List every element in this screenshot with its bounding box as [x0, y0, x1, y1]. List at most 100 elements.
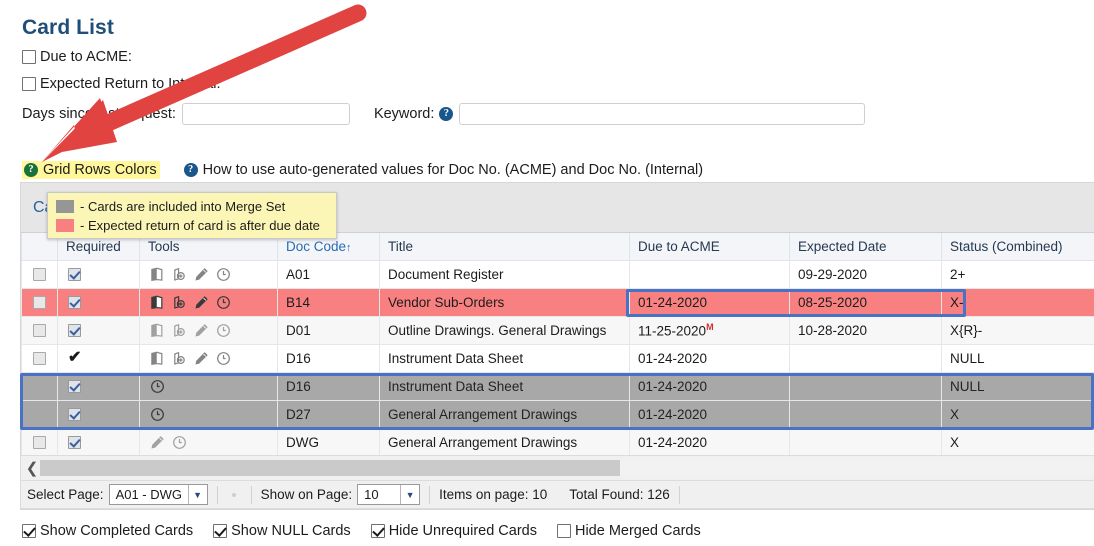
row-tools[interactable]	[150, 323, 269, 338]
row-tools[interactable]	[150, 267, 269, 282]
total-found-text: Total Found: 126	[569, 487, 670, 502]
row-required-cell[interactable]	[57, 371, 140, 401]
row-select-cell[interactable]	[21, 287, 58, 317]
bottom-option-checkbox[interactable]	[556, 524, 571, 538]
row-tools[interactable]	[150, 379, 269, 394]
select-page-value: A01 - DWG	[115, 487, 183, 502]
select-page-label: Select Page:	[27, 487, 104, 502]
row-status-combined: NULL	[941, 371, 1094, 401]
days-since-input[interactable]	[181, 103, 350, 125]
row-tools-cell[interactable]	[139, 427, 278, 457]
row-required-checkbox[interactable]	[68, 408, 81, 422]
table-row[interactable]: DWG General Arrangement Drawings 01-24-202…	[21, 427, 1094, 457]
bottom-option-checkbox[interactable]	[22, 524, 36, 538]
row-required-checkbox[interactable]	[68, 268, 81, 282]
table-row[interactable]: A01 Document Register 09-29-2020 2+	[21, 259, 1094, 289]
row-select-cell[interactable]	[21, 371, 58, 401]
expected-return-checkbox[interactable]	[22, 77, 36, 91]
column-header-status-combined[interactable]: Status (Combined)	[941, 233, 1094, 261]
bottom-option-checkbox[interactable]	[370, 524, 385, 538]
bottom-option-label: Show Completed Cards	[40, 523, 194, 539]
table-row[interactable]: ✔ D16 Instrument Data Sheet 01-24-2020 NULL	[21, 343, 1094, 373]
required-check-icon: ✔	[68, 349, 82, 366]
table-row[interactable]: B14 Vendor Sub-Orders 01-24-2020 08-25-2020…	[21, 287, 1094, 317]
bottom-option-2[interactable]: Hide Unrequired Cards	[370, 523, 537, 539]
row-select-cell[interactable]	[21, 343, 58, 373]
table-row[interactable]: D27 General Arrangement Drawings 01-24-202…	[21, 399, 1094, 429]
due-to-acme-checkbox[interactable]	[22, 50, 36, 64]
bottom-option-label: Hide Unrequired Cards	[388, 523, 537, 539]
row-title: Outline Drawings. General Drawings	[379, 315, 630, 345]
column-header-title[interactable]: Title	[379, 233, 630, 261]
row-select-checkbox[interactable]	[33, 352, 46, 366]
row-required-checkbox[interactable]	[68, 436, 81, 450]
auto-generated-values-link[interactable]: ? How to use auto-generated values for D…	[183, 162, 703, 178]
add-circle-icon	[174, 295, 185, 309]
row-tools-cell[interactable]	[139, 287, 278, 317]
scrollbar-track[interactable]	[40, 460, 1094, 476]
tooltip-line: - Expected return of card is after due d…	[56, 216, 328, 235]
row-doc-code: D01	[277, 315, 380, 345]
row-select-checkbox[interactable]	[33, 436, 46, 450]
keyword-input[interactable]	[459, 103, 866, 125]
bottom-option-checkbox[interactable]	[213, 524, 228, 538]
items-on-page-text: Items on page: 10	[439, 487, 548, 502]
sort-ascending-icon: ↑	[346, 241, 352, 254]
row-required-checkbox[interactable]	[68, 324, 81, 338]
row-due-to-acme: 01-24-2020	[629, 399, 790, 429]
column-header-due-to-acme[interactable]: Due to ACME	[629, 233, 790, 261]
row-select-cell[interactable]	[21, 427, 58, 457]
help-links-row: ? Grid Rows Colors ? How to use auto-gen…	[22, 161, 703, 179]
keyword-help-icon[interactable]: ?	[439, 107, 454, 121]
add-circle-icon	[174, 351, 185, 365]
table-row[interactable]: D16 Instrument Data Sheet 01-24-2020 NULL	[21, 371, 1094, 401]
row-select-checkbox[interactable]	[33, 268, 46, 282]
show-on-page-dropdown[interactable]: 10 ▼	[357, 484, 421, 505]
card-grid: Required Tools Doc Code↑ Title Due to AC…	[21, 233, 1094, 457]
row-required-cell[interactable]	[57, 427, 140, 457]
bottom-option-1[interactable]: Show NULL Cards	[213, 523, 351, 539]
row-select-cell[interactable]	[21, 399, 58, 429]
scrollbar-thumb[interactable]	[40, 460, 620, 476]
row-tools[interactable]	[150, 435, 269, 450]
row-due-to-acme	[629, 259, 790, 289]
grid-rows-colors-link[interactable]: ? Grid Rows Colors	[22, 161, 160, 179]
bottom-option-3[interactable]: Hide Merged Cards	[556, 523, 701, 539]
row-tools-cell[interactable]	[139, 259, 278, 289]
bottom-options-row: Show Completed Cards Show NULL Cards Hide …	[22, 523, 721, 539]
grid-pager-bar: Select Page: A01 - DWG ▼ Show on Page: 1…	[20, 481, 1094, 509]
clock-icon	[217, 351, 230, 365]
row-status-combined: X{R}-	[941, 315, 1094, 345]
row-required-cell[interactable]	[57, 399, 140, 429]
column-header-expected-date[interactable]: Expected Date	[789, 233, 942, 261]
row-required-cell[interactable]: ✔	[57, 343, 140, 373]
row-select-checkbox[interactable]	[33, 296, 46, 310]
row-required-checkbox[interactable]	[68, 296, 81, 310]
row-required-cell[interactable]	[57, 315, 140, 345]
row-select-checkbox[interactable]	[33, 324, 46, 338]
row-required-cell[interactable]	[57, 259, 140, 289]
row-tools-cell[interactable]	[139, 399, 278, 429]
scroll-left-icon[interactable]: ❮	[24, 459, 40, 477]
row-status-combined: X	[941, 399, 1094, 429]
merge-set-color-swatch	[56, 200, 74, 213]
row-select-cell[interactable]	[21, 259, 58, 289]
row-tools[interactable]	[150, 351, 269, 366]
row-expected-date: 09-29-2020	[789, 259, 942, 289]
book-icon	[151, 351, 163, 365]
row-tools[interactable]	[150, 295, 269, 310]
table-row[interactable]: D01 Outline Drawings. General Drawings 11-…	[21, 315, 1094, 345]
grid-horizontal-scrollbar[interactable]: ❮	[20, 455, 1094, 481]
tooltip-text: - Cards are included into Merge Set	[80, 199, 286, 214]
row-tools-cell[interactable]	[139, 315, 278, 345]
days-since-label: Days since last request:	[22, 106, 176, 122]
bottom-option-0[interactable]: Show Completed Cards	[22, 523, 193, 539]
row-select-cell[interactable]	[21, 315, 58, 345]
row-tools[interactable]	[150, 407, 269, 422]
select-page-dropdown[interactable]: A01 - DWG ▼	[108, 484, 208, 505]
row-doc-code: DWG	[277, 427, 380, 457]
row-tools-cell[interactable]	[139, 371, 278, 401]
row-tools-cell[interactable]	[139, 343, 278, 373]
row-required-cell[interactable]	[57, 287, 140, 317]
row-required-checkbox[interactable]	[68, 380, 81, 394]
